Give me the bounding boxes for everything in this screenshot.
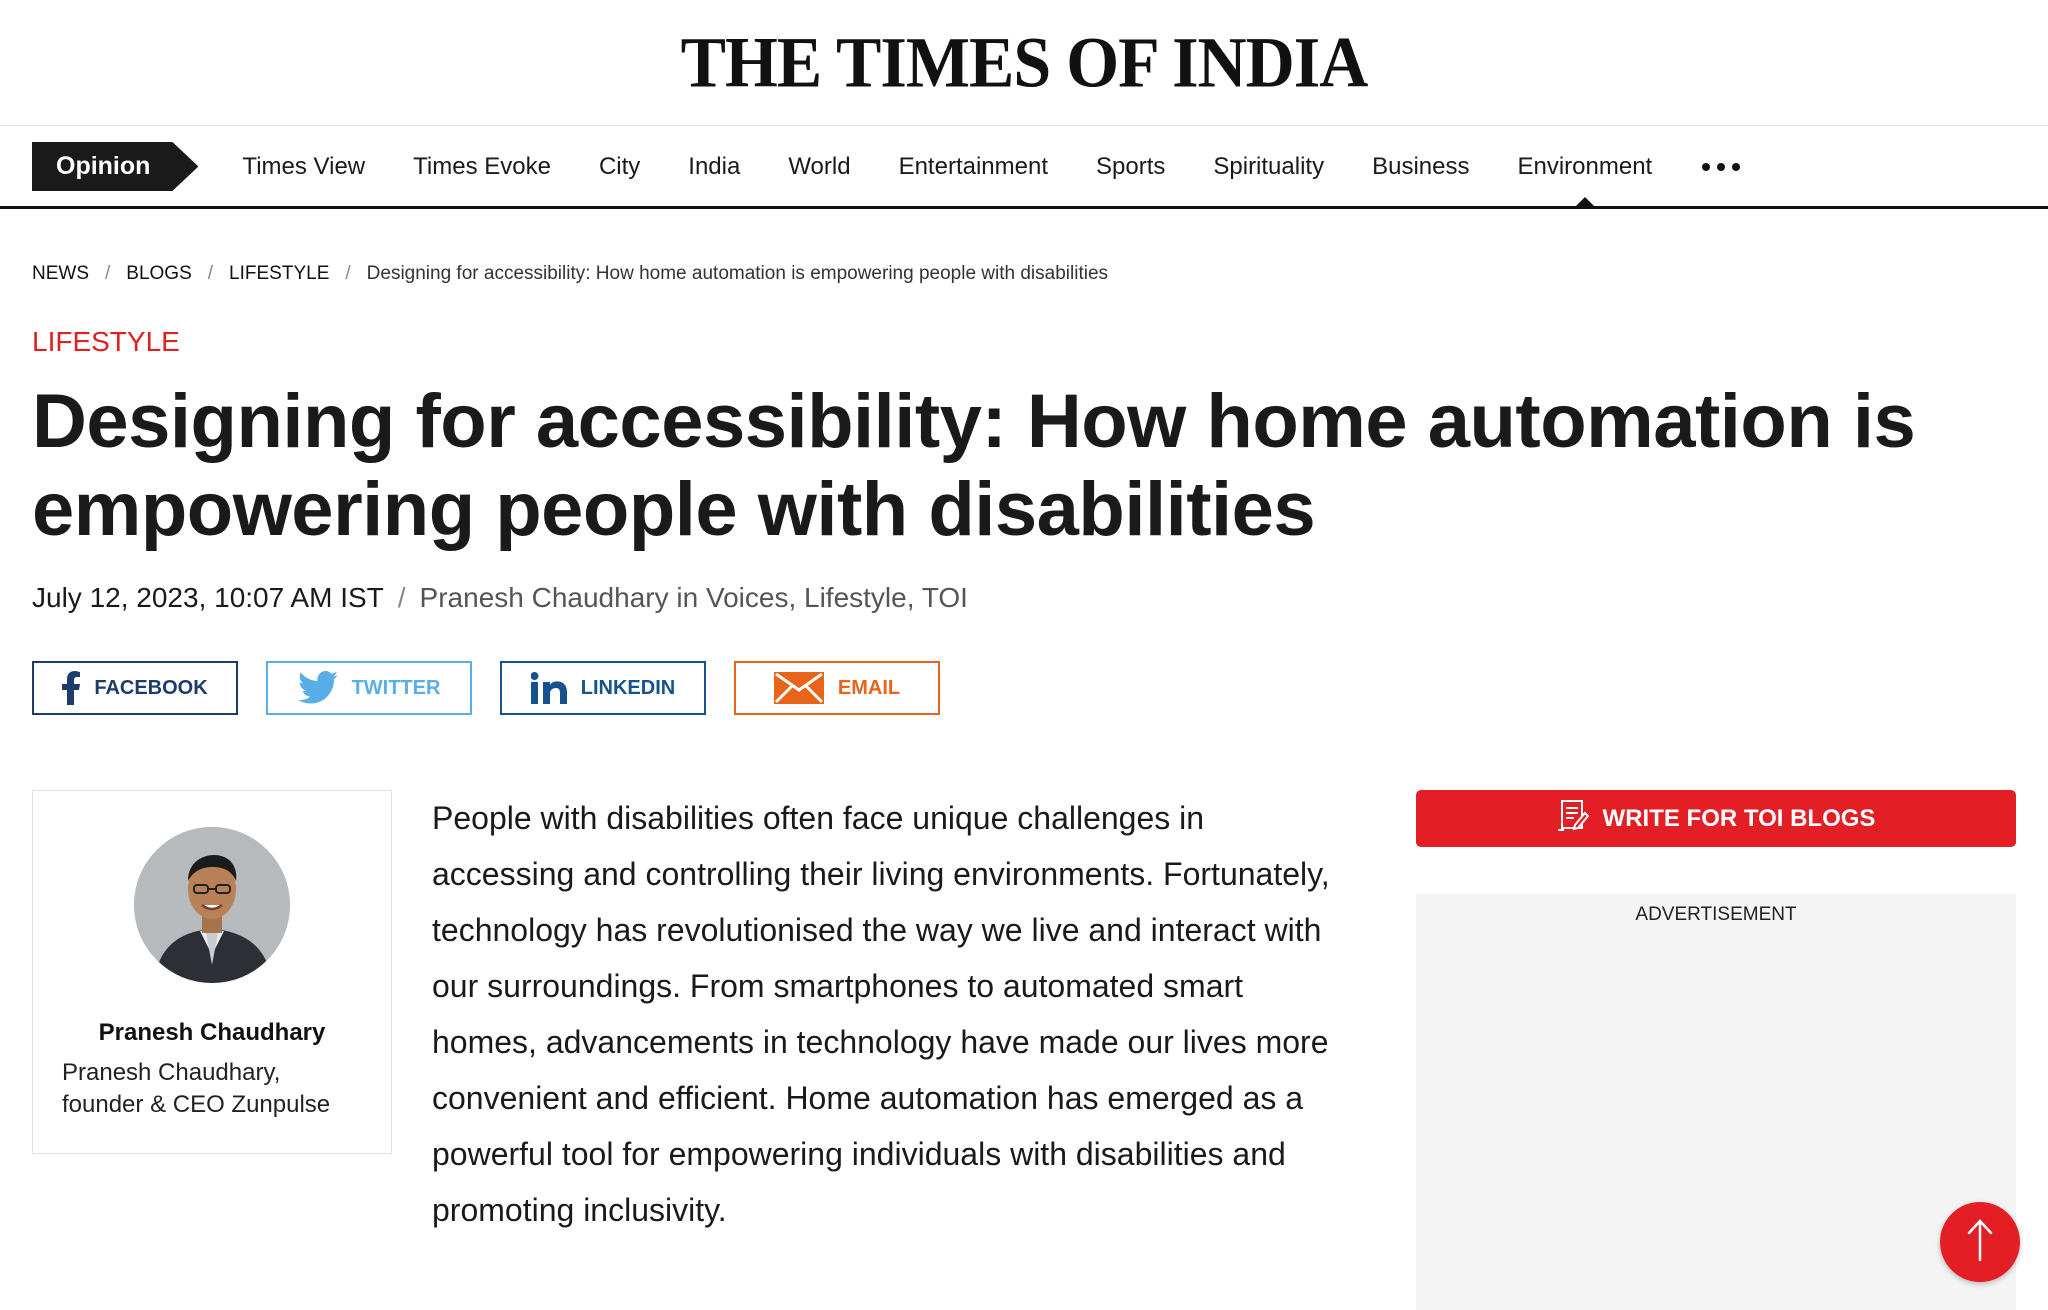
share-linkedin-button[interactable]: LINKEDIN (500, 661, 706, 715)
share-facebook-button[interactable]: FACEBOOK (32, 661, 238, 715)
share-twitter-label: TWITTER (351, 676, 441, 699)
share-facebook-label: FACEBOOK (94, 676, 208, 699)
nav-item-spirituality[interactable]: Spirituality (1189, 127, 1348, 206)
nav-items: Times View Times Evoke City India World … (218, 127, 1676, 206)
email-icon (773, 672, 824, 704)
nav-item-world[interactable]: World (764, 127, 874, 206)
breadcrumb-separator: / (105, 263, 111, 284)
breadcrumb-separator: / (345, 263, 351, 284)
article-body-paragraph: People with disabilities often face uniq… (432, 800, 1330, 1228)
nav-item-sports[interactable]: Sports (1072, 127, 1189, 206)
author-title: Pranesh Chaudhary, founder & CEO Zunpuls… (62, 1059, 331, 1118)
meta-separator: / (397, 582, 406, 613)
article-date: July 12, 2023, 10:07 AM IST (32, 582, 384, 613)
breadcrumb-news[interactable]: NEWS (32, 263, 89, 285)
write-for-toi-blogs-label: WRITE FOR TOI BLOGS (1602, 804, 1876, 832)
nav-item-environment[interactable]: Environment (1493, 127, 1676, 206)
nav-item-city[interactable]: City (575, 127, 664, 206)
author-card: Pranesh Chaudhary Pranesh Chaudhary, fou… (32, 790, 392, 1154)
twitter-icon (297, 671, 338, 705)
advertisement-box: ADVERTISEMENT (1416, 894, 2016, 1310)
article-meta: July 12, 2023, 10:07 AM IST / Pranesh Ch… (32, 582, 968, 614)
arrow-up-icon (1965, 1218, 1995, 1267)
nav-item-business[interactable]: Business (1348, 127, 1493, 206)
linkedin-icon (530, 672, 567, 704)
nav-item-india[interactable]: India (664, 127, 764, 206)
share-buttons: FACEBOOK TWITTER LINKEDIN EMAIL (32, 661, 940, 715)
breadcrumb-separator: / (207, 263, 214, 284)
main-nav: Opinion Times View Times Evoke City Indi… (0, 127, 2048, 209)
article-headline: Designing for accessibility: How home au… (32, 379, 1916, 552)
share-email-label: EMAIL (837, 676, 901, 699)
section-label[interactable]: LIFESTYLE (32, 326, 180, 358)
advertisement-label: ADVERTISEMENT (1635, 904, 1797, 925)
breadcrumb-lifestyle[interactable]: LIFESTYLE (229, 263, 329, 285)
masthead: THE TIMES OF INDIA (0, 0, 2048, 126)
share-twitter-button[interactable]: TWITTER (266, 661, 472, 715)
nav-opinion-tab[interactable]: Opinion (32, 142, 198, 191)
nav-item-entertainment[interactable]: Entertainment (875, 127, 1072, 206)
site-logo[interactable]: THE TIMES OF INDIA (681, 21, 1369, 105)
write-for-toi-blogs-button[interactable]: WRITE FOR TOI BLOGS (1416, 790, 2016, 847)
more-horizontal-icon[interactable] (1702, 127, 1741, 206)
facebook-icon (62, 671, 81, 705)
author-name[interactable]: Pranesh Chaudhary (99, 1019, 326, 1047)
share-email-button[interactable]: EMAIL (734, 661, 940, 715)
author-avatar[interactable] (134, 827, 290, 983)
nav-item-times-evoke[interactable]: Times Evoke (389, 127, 575, 206)
nav-item-times-view[interactable]: Times View (218, 127, 389, 206)
scroll-to-top-button[interactable] (1940, 1202, 2020, 1282)
breadcrumb-blogs[interactable]: BLOGS (126, 263, 191, 285)
share-linkedin-label: LINKEDIN (580, 676, 676, 699)
breadcrumb: NEWS / BLOGS / LIFESTYLE / Designing for… (32, 263, 1108, 285)
article-byline[interactable]: Pranesh Chaudhary in Voices, Lifestyle, … (420, 582, 968, 614)
write-document-icon (1557, 799, 1589, 838)
breadcrumb-current: Designing for accessibility: How home au… (366, 263, 1109, 284)
